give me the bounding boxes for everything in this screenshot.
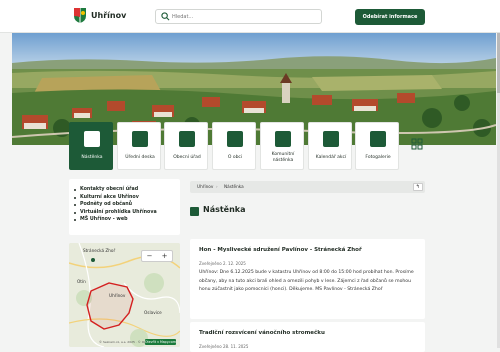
quick-link[interactable]: Kontakty obecní úřad xyxy=(74,186,180,194)
map-zoom-control: − + xyxy=(141,250,173,262)
site-header: Uhřínov Odebírat informace xyxy=(0,0,500,33)
all-categories-grid-icon[interactable] xyxy=(406,134,428,154)
board-icon xyxy=(132,131,148,147)
search-icon xyxy=(161,12,170,21)
village-icon xyxy=(227,131,243,147)
municipal-crest-icon[interactable] xyxy=(74,8,86,23)
breadcrumb: Uhřínov › Nástěnka ↰ xyxy=(190,181,425,193)
back-button[interactable]: ↰ xyxy=(413,183,423,191)
location-map[interactable]: − + Stránecká Zhoř Otín Uhřínov Oslavice … xyxy=(69,243,180,347)
post-title[interactable]: Tradiční rozsvícení vánočního stromečku xyxy=(199,330,325,336)
quick-link[interactable]: Kulturní akce Uhřínov xyxy=(74,194,180,202)
search-input[interactable] xyxy=(172,11,312,22)
page-title: Nástěnka xyxy=(203,205,246,214)
tile-label: Kalendář akcí xyxy=(315,155,347,160)
map-place-label: Stránecká Zhoř xyxy=(83,248,116,253)
breadcrumb-home[interactable]: Uhřínov xyxy=(197,181,213,193)
quick-links-list: Kontakty obecní úřad Kulturní akce Uhřín… xyxy=(69,179,180,224)
tile-photo-gallery[interactable]: Fotogalerie xyxy=(355,122,399,170)
open-in-mapy-button[interactable]: Otevřít v Mapy.com xyxy=(145,339,176,345)
tile-bulletin[interactable]: Nástěnka xyxy=(69,122,113,170)
zoom-out-button[interactable]: − xyxy=(142,251,157,262)
bulletin-icon xyxy=(190,207,199,216)
tile-label: Nástěnka xyxy=(81,155,103,160)
map-place-label: Uhřínov xyxy=(109,293,126,298)
post-excerpt: Uhřínov: Dne 6.12.2025 bude v katastru U… xyxy=(199,270,414,293)
post-title[interactable]: Hon - Myslivecké sdružení Pavlínov - Str… xyxy=(199,247,362,253)
breadcrumb-current: Nástěnka xyxy=(224,184,244,189)
tile-official-board[interactable]: Úřední deska xyxy=(117,122,161,170)
quick-links-panel: Kontakty obecní úřad Kulturní akce Uhřín… xyxy=(69,179,180,235)
quick-link[interactable]: Virtuální prohlídka Uhřínova xyxy=(74,209,180,217)
tile-community-board[interactable]: Komunitní nástěnka xyxy=(260,122,304,170)
tile-label: Úřední deska xyxy=(125,155,155,160)
map-place-label: Otín xyxy=(77,279,86,284)
community-icon xyxy=(275,131,291,147)
tile-label: Fotogalerie xyxy=(365,155,391,160)
breadcrumb-separator: › xyxy=(216,184,218,189)
town-hall-icon xyxy=(179,131,195,147)
gallery-icon xyxy=(370,131,386,147)
tile-about-village[interactable]: O obci xyxy=(212,122,256,170)
subscribe-button[interactable]: Odebírat informace xyxy=(355,9,425,25)
quick-link[interactable]: Podněty od občanů xyxy=(74,201,180,209)
bulletin-icon xyxy=(84,131,100,147)
calendar-icon xyxy=(323,131,339,147)
tile-label: O obci xyxy=(227,155,243,160)
search-box[interactable] xyxy=(155,9,322,24)
tile-town-hall[interactable]: Obecní úřad xyxy=(164,122,208,170)
zoom-in-button[interactable]: + xyxy=(157,251,172,262)
quick-link[interactable]: MŠ Uhřínov - web xyxy=(74,216,180,224)
tile-events-calendar[interactable]: Kalendář akcí xyxy=(308,122,352,170)
site-title[interactable]: Uhřínov xyxy=(91,11,126,20)
map-place-label: Oslavice xyxy=(144,310,162,315)
post-date: Zveřejněno 2. 12. 2025 xyxy=(199,261,246,266)
post-date: Zveřejněno 28. 11. 2025 xyxy=(199,344,249,349)
post-card[interactable]: Hon - Myslivecké sdružení Pavlínov - Str… xyxy=(190,239,425,319)
tile-label: Komunitní nástěnka xyxy=(271,152,295,163)
tile-label: Obecní úřad xyxy=(173,155,201,160)
